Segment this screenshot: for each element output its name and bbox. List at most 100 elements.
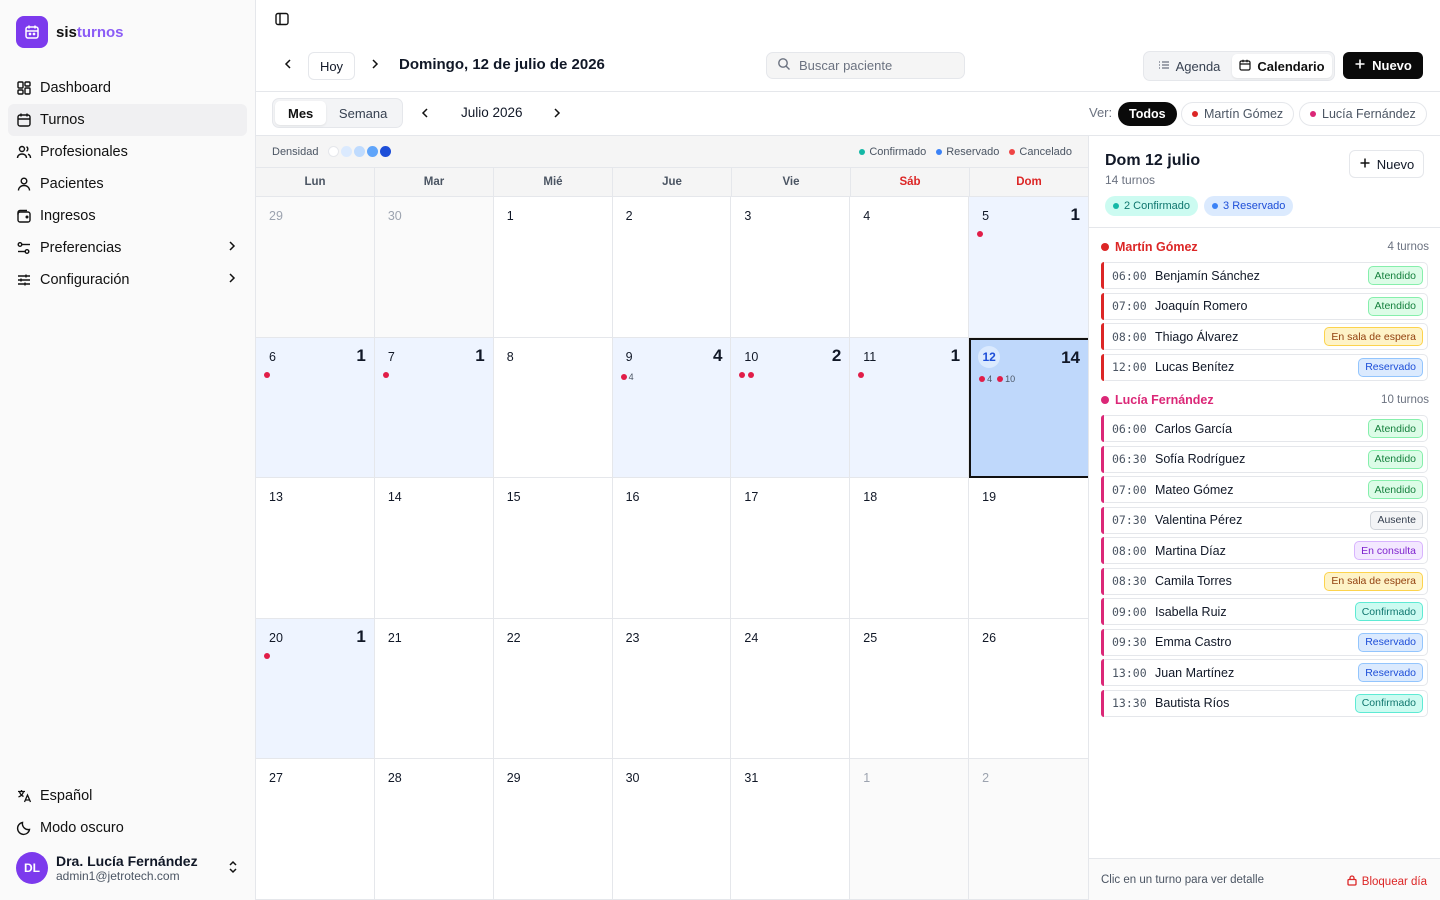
sidebar-toggle-button[interactable] [268, 6, 296, 34]
calendar-day-cell[interactable]: 1 [493, 197, 613, 338]
calendar-day-cell[interactable]: 2 [969, 759, 1088, 900]
current-date-title: Domingo, 12 de julio de 2026 [399, 56, 605, 73]
calendar-day-cell[interactable]: 12 14 4 10 [969, 337, 1088, 479]
calendar-day-cell[interactable]: 30 [374, 197, 494, 338]
appointment-row[interactable]: 09:00 Isabella Ruiz Confirmado [1101, 598, 1428, 625]
next-month-button[interactable] [543, 100, 571, 128]
calendar-day-cell[interactable]: 21 [374, 618, 494, 760]
user-name: Dra. Lucía Fernández [56, 853, 198, 869]
sidebar-item-profesionales[interactable]: Profesionales [8, 136, 247, 168]
day-number: 21 [387, 630, 402, 645]
appointment-row[interactable]: 08:00 Thiago Álvarez En sala de espera [1101, 323, 1428, 350]
dot-count-label: 4 [628, 371, 634, 382]
status-legend: Confirmado Reservado Cancelado [859, 146, 1072, 158]
calendar-day-cell[interactable]: 2 [612, 197, 732, 338]
calendar-day-cell[interactable]: 4 [850, 197, 970, 338]
tab-semana[interactable]: Semana [326, 101, 400, 125]
calendar-day-cell[interactable]: 29 [493, 759, 613, 900]
block-day-button[interactable]: Bloquear día [1346, 874, 1427, 889]
appointment-row[interactable]: 07:00 Joaquín Romero Atendido [1101, 292, 1428, 320]
sidebar-item-dashboard[interactable]: Dashboard [8, 72, 247, 104]
appointment-row[interactable]: 08:30 Camila Torres En sala de espera [1101, 567, 1428, 595]
sidebar-item-configuracion[interactable]: Configuración [8, 264, 247, 296]
calendar-day-cell[interactable]: 27 [256, 759, 375, 900]
appointment-row[interactable]: 09:30 Emma Castro Reservado [1101, 628, 1428, 656]
professional-group-header: Lucía Fernández 10 turnos [1101, 393, 1429, 407]
appointment-time: 08:30 [1112, 574, 1147, 588]
panel-new-button[interactable]: Nuevo [1349, 150, 1424, 178]
appointment-row[interactable]: 12:00 Lucas Benítez Reservado [1101, 353, 1428, 381]
filter-todos[interactable]: Todos [1118, 102, 1177, 126]
calendar-day-cell[interactable]: 31 [731, 759, 851, 900]
calendar-day-cell[interactable]: 19 [969, 478, 1088, 619]
calendar-day-cell[interactable]: 3 [731, 197, 851, 338]
search-box[interactable]: Buscar paciente [766, 52, 965, 79]
calendar-day-cell[interactable]: 28 [374, 759, 494, 900]
calendar-day-cell[interactable]: 24 [731, 618, 851, 760]
calendar-day-cell[interactable]: 14 [374, 478, 494, 619]
appointment-row[interactable]: 08:00 Martina Díaz En consulta [1101, 537, 1428, 564]
sidebar-item-preferencias[interactable]: Preferencias [8, 232, 247, 264]
next-day-button[interactable] [361, 51, 389, 79]
today-button[interactable]: Hoy [308, 52, 355, 80]
calendar-day-cell[interactable]: 13 [256, 478, 375, 619]
sidebar-item-pacientes[interactable]: Pacientes [8, 168, 247, 200]
sidebar-item-ingresos[interactable]: Ingresos [8, 200, 247, 232]
appointment-time: 12:00 [1112, 360, 1147, 374]
day-number: 2 [625, 209, 633, 223]
patient-name: Lucas Benítez [1155, 360, 1235, 374]
patient-name: Mateo Gómez [1155, 482, 1234, 497]
appointment-row[interactable]: 13:30 Bautista Ríos Confirmado [1101, 689, 1428, 717]
appointment-row[interactable]: 06:00 Carlos García Atendido [1101, 415, 1428, 442]
appointment-color-bar [1101, 415, 1104, 442]
filter-martin-gomez[interactable]: Martín Gómez [1181, 102, 1295, 126]
appointment-row[interactable]: 07:00 Mateo Gómez Atendido [1101, 476, 1428, 503]
new-appointment-button[interactable]: Nuevo [1343, 52, 1423, 79]
calendar-day-cell[interactable]: 71 [374, 337, 494, 479]
app-logo[interactable]: sisturnos [16, 16, 124, 48]
calendar-day-cell[interactable]: 29 [256, 197, 375, 338]
appointment-row[interactable]: 13:00 Juan Martínez Reservado [1101, 659, 1428, 686]
tab-agenda[interactable]: Agenda [1146, 54, 1232, 78]
calendar-day-cell[interactable]: 8 [493, 337, 613, 479]
user-menu[interactable]: DL Dra. Lucía Fernández admin1@jetrotech… [16, 852, 240, 884]
prev-day-button[interactable] [274, 51, 302, 79]
patient-name: Carlos García [1155, 421, 1233, 436]
calendar-day-cell[interactable]: 30 [612, 759, 732, 900]
calendar-day-cell[interactable]: 10 2 [731, 337, 851, 479]
calendar-day-cell[interactable]: 15 [493, 478, 613, 619]
calendar-day-cell[interactable]: 20 1 [256, 618, 375, 760]
appointment-row[interactable]: 06:00 Benjamín Sánchez Atendido [1101, 262, 1428, 289]
search-input[interactable]: Buscar paciente [799, 58, 892, 73]
calendar-day-cell[interactable]: 25 [850, 618, 970, 760]
sidebar-item-label: Ingresos [40, 208, 96, 224]
calendar-day-cell[interactable]: 9 4 4 [612, 337, 732, 479]
appointment-row[interactable]: 07:30 Valentina Pérez Ausente [1101, 506, 1428, 534]
calendar-day-cell[interactable]: 11 1 [850, 337, 970, 479]
calendar-day-cell[interactable]: 26 [969, 618, 1088, 760]
calendar-day-cell[interactable]: 23 [612, 618, 732, 760]
professional-name: Lucía Fernández [1115, 393, 1214, 407]
calendar-day-cell[interactable]: 61 [256, 337, 375, 479]
appointment-row[interactable]: 06:30 Sofía Rodríguez Atendido [1101, 445, 1428, 473]
dark-mode-toggle[interactable]: Modo oscuro [8, 812, 247, 844]
status-badge: En sala de espera [1324, 327, 1423, 346]
sidebar-item-turnos[interactable]: Turnos [8, 104, 247, 136]
language-selector[interactable]: Español [8, 780, 247, 812]
status-badge: Confirmado [1354, 693, 1423, 713]
day-number: 29 [506, 771, 521, 786]
calendar-logo-icon [16, 16, 48, 48]
calendar-day-cell[interactable]: 17 [731, 478, 851, 619]
filter-lucia-fernandez[interactable]: Lucía Fernández [1299, 102, 1427, 126]
calendar-day-cell[interactable]: 22 [493, 618, 613, 760]
prev-month-button[interactable] [411, 100, 439, 128]
calendar-day-cell[interactable]: 18 [850, 478, 970, 619]
calendar-day-cell[interactable]: 1 [850, 759, 970, 900]
appointment-dots [264, 371, 270, 378]
calendar-day-cell[interactable]: 51 [969, 197, 1088, 338]
calendar-day-cell[interactable]: 16 [612, 478, 732, 619]
tab-calendario[interactable]: Calendario [1232, 54, 1332, 78]
appointment-dots [739, 371, 755, 378]
day-number: 16 [625, 490, 640, 505]
tab-mes[interactable]: Mes [275, 101, 327, 125]
